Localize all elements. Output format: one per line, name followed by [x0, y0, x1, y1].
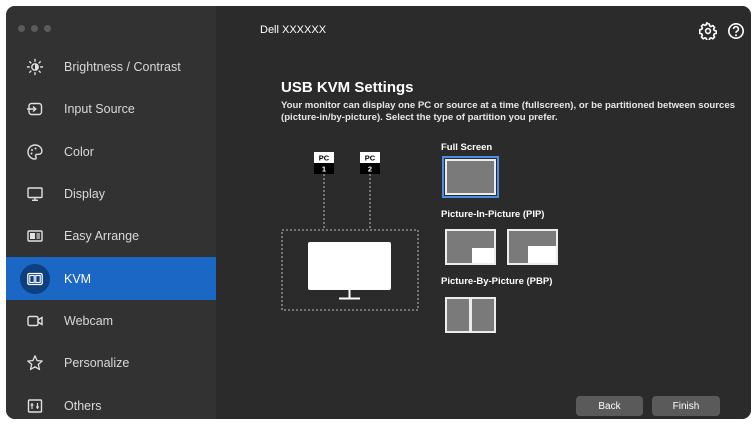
help-icon[interactable]: [727, 22, 745, 40]
finish-button[interactable]: Finish: [652, 396, 720, 416]
webcam-icon: [27, 315, 43, 327]
sidebar-item-color[interactable]: Color: [6, 131, 216, 173]
pip-inset: [528, 246, 556, 263]
sidebar-item-others[interactable]: Others: [6, 384, 216, 419]
sidebar-item-label: KVM: [64, 271, 92, 286]
sidebar-item-label: Easy Arrange: [64, 229, 140, 244]
zoom-window-button[interactable]: [44, 25, 51, 32]
pip-label: Picture-In-Picture (PIP): [441, 209, 545, 220]
sidebar-item-webcam[interactable]: Webcam: [6, 300, 216, 342]
monitor-screen: [308, 242, 391, 290]
minimize-window-button[interactable]: [31, 25, 38, 32]
pip-inset: [472, 248, 494, 263]
close-window-button[interactable]: [18, 25, 25, 32]
gear-icon[interactable]: [699, 22, 717, 40]
brightness-icon: [26, 58, 44, 76]
sidebar-item-display[interactable]: Display: [6, 173, 216, 215]
pc2-label-bottom: 2: [368, 165, 372, 174]
pip-option-bottom-right[interactable]: [445, 229, 496, 265]
back-button[interactable]: Back: [576, 396, 643, 416]
pip-option-bottom-right-large[interactable]: [507, 229, 558, 265]
easy-arrange-icon: [27, 230, 43, 243]
input-source-icon: [27, 103, 43, 116]
sidebar-item-label: Input Source: [64, 102, 135, 117]
pbp-label: Picture-By-Picture (PBP): [441, 276, 553, 287]
sidebar-item-personalize[interactable]: Personalize: [6, 342, 216, 384]
sidebar-item-brightness-contrast[interactable]: Brightness / Contrast: [6, 46, 216, 88]
page-description: Your monitor can display one PC or sourc…: [281, 100, 736, 123]
sidebar-item-label: Brightness / Contrast: [64, 60, 181, 75]
display-icon: [27, 187, 43, 202]
kvm-diagram: PC 1 PC 2: [281, 152, 419, 311]
sidebar-item-easy-arrange[interactable]: Easy Arrange: [6, 215, 216, 257]
sidebar-nav: Brightness / Contrast Input Source Color: [6, 46, 216, 419]
sidebar: Brightness / Contrast Input Source Color: [6, 6, 216, 419]
sidebar-item-kvm[interactable]: KVM: [6, 257, 216, 300]
full-screen-label: Full Screen: [441, 142, 493, 153]
star-icon: [27, 355, 43, 371]
full-screen-option[interactable]: [442, 156, 499, 198]
sidebar-item-label: Color: [64, 144, 94, 159]
sidebar-item-label: Webcam: [64, 313, 114, 328]
app-title: Dell XXXXXX: [260, 24, 327, 36]
app-window: Brightness / Contrast Input Source Color: [6, 6, 751, 419]
window-controls: [18, 25, 51, 32]
kvm-icon: [27, 272, 43, 285]
color-palette-icon: [27, 144, 43, 160]
pc1-label-bottom: 1: [322, 165, 326, 174]
page-title: USB KVM Settings: [281, 79, 414, 96]
others-icon: [27, 398, 43, 413]
pbp-divider: [469, 299, 472, 331]
pc1-label-top: PC: [319, 154, 330, 163]
sidebar-item-label: Others: [64, 398, 102, 413]
sidebar-item-label: Personalize: [64, 356, 130, 371]
main-panel: Dell XXXXXX USB KVM Settings Your monito…: [216, 6, 751, 419]
pc2-label-top: PC: [365, 154, 376, 163]
pbp-option[interactable]: [445, 297, 496, 333]
sidebar-item-label: Display: [64, 187, 105, 202]
sidebar-item-input-source[interactable]: Input Source: [6, 88, 216, 130]
